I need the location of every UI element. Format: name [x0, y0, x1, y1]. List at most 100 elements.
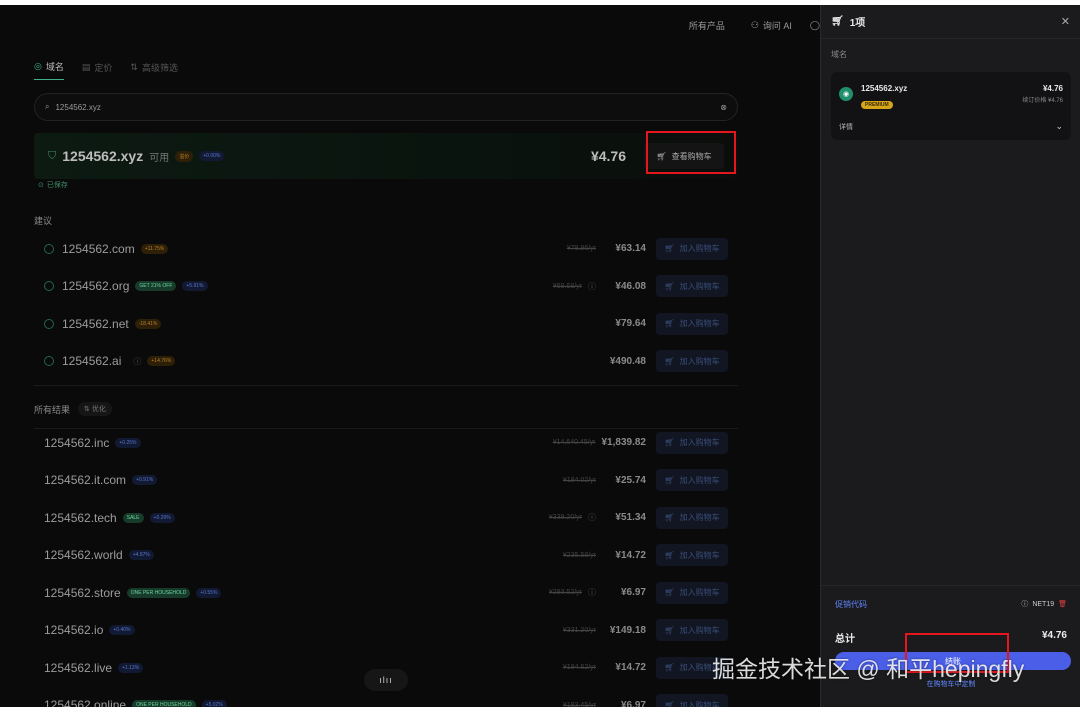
- cart-item-renew: 续订价格 ¥4.76: [1022, 98, 1063, 104]
- add-to-cart-label: 加入购物车: [679, 625, 720, 635]
- add-to-cart-button[interactable]: 🛒︎ 加入购物车: [656, 275, 728, 297]
- cart-footer: 促销代码 ⓘ NET19 🗑︎ 总计 ¥4.76 结账 在购物车中定制: [821, 585, 1080, 707]
- add-to-cart-button[interactable]: 🛒︎ 加入购物车: [656, 350, 728, 372]
- row-badge: ONE PER HOUSEHOLD: [132, 700, 196, 707]
- cart-icon: 🛒︎: [664, 438, 675, 447]
- domain-row: 1254562.inc +0.25% ¥14,640.45/yr ¥1,839.82 🛒…: [34, 424, 738, 461]
- row-price: ¥51.34: [615, 512, 646, 523]
- add-to-cart-label: 加入购物车: [679, 438, 720, 447]
- applied-promo: ⓘ NET19 🗑︎: [1021, 599, 1067, 609]
- result-price: ¥4.76: [590, 148, 626, 164]
- cart-icon: 🛒︎: [664, 625, 675, 635]
- nav-ask-ai[interactable]: ⚇ 询问 AI ◯: [751, 19, 820, 32]
- bookmark-icon[interactable]: ⛉: [48, 150, 56, 163]
- cart-icon: 🛒︎: [664, 244, 675, 253]
- domain-status-icon: [44, 243, 54, 254]
- add-to-cart-button[interactable]: 🛒︎ 加入购物车: [656, 237, 728, 260]
- domain-row: 1254562.org GET 21% OFF +5.91% ¥69.68/yr ⓘ ¥4…: [34, 268, 738, 305]
- domain-row: 1254562.com +11.75% ¥78.96/yr ¥63.14 🛒︎ 加入购物车: [34, 230, 738, 267]
- change-badge: +0.00%: [199, 151, 225, 161]
- cart-icon: 🛒︎: [664, 513, 675, 522]
- add-to-cart-label: 加入购物车: [679, 319, 720, 328]
- all-results-title: 所有结果 ⇅ 优化: [34, 402, 112, 416]
- add-to-cart-button[interactable]: 🛒︎ 加入购物车: [656, 544, 728, 566]
- row-badge: SALE: [122, 512, 144, 523]
- chevron-down-icon: ⌄: [1055, 121, 1063, 131]
- tab-pricing-label: 定价: [94, 62, 113, 73]
- domain-row: 1254562.it.com +0.91% ¥184.02/yr ¥25.74 🛒︎ 加入…: [34, 462, 738, 499]
- info-icon[interactable]: ⓘ: [588, 512, 596, 523]
- promo-code-value: NET19: [1032, 600, 1055, 608]
- add-to-cart-label: 加入购物车: [679, 281, 720, 291]
- suggestions-title-text: 建议: [34, 216, 53, 226]
- row-original-price: ¥69.68/yr: [552, 282, 582, 290]
- add-to-cart-button[interactable]: 🛒︎ 加入购物车: [656, 506, 728, 529]
- tab-domain[interactable]: ◎ 域名: [34, 60, 64, 80]
- row-domain: 1254562.it.com: [44, 473, 127, 487]
- row-domain: 1254562.online: [44, 698, 127, 707]
- row-original-price: ¥331.20/yr: [562, 626, 596, 634]
- suggestions-title: 建议: [34, 214, 52, 227]
- floating-voice-button[interactable]: ılıı: [364, 669, 408, 691]
- circle-icon[interactable]: ◯: [810, 20, 820, 31]
- details-toggle[interactable]: 详情 ⌄: [839, 121, 1063, 132]
- row-original-price: ¥14,640.45/yr: [552, 439, 596, 446]
- row-price: ¥14.72: [615, 662, 646, 673]
- clear-icon[interactable]: ⊗: [720, 103, 727, 112]
- tab-pricing[interactable]: ▤ 定价: [82, 60, 113, 80]
- search-input[interactable]: ⌕ 1254562.xyz ⊗: [34, 93, 738, 121]
- info-icon[interactable]: ⓘ: [133, 356, 141, 367]
- row-badge: +14.76%: [147, 356, 176, 366]
- search-value: 1254562.xyz: [55, 102, 101, 112]
- info-icon[interactable]: ⓘ: [588, 587, 596, 598]
- row-domain: 1254562.live: [44, 660, 113, 675]
- info-icon[interactable]: ⓘ: [588, 281, 596, 292]
- add-to-cart-button[interactable]: 🛒︎ 加入购物车: [656, 581, 728, 604]
- add-to-cart-button[interactable]: 🛒︎ 加入购物车: [656, 619, 728, 641]
- filter-icon: ⇅: [130, 61, 138, 72]
- main-panel: 所有产品 ⚇ 询问 AI ◯ ◎ 域名 ▤ 定价 ⇅ 高级筛选 ⌕ 1254562.x…: [0, 5, 820, 707]
- close-icon[interactable]: ✕: [1061, 15, 1070, 28]
- row-price: ¥6.97: [620, 699, 646, 707]
- cart-panel: 🛒︎ 1项 ✕ 域名 ◉ 1254562.xyz PREMIUM ¥4.76 续…: [820, 5, 1080, 707]
- row-domain: 1254562.store: [44, 585, 121, 600]
- row-domain: 1254562.ai: [62, 354, 122, 368]
- row-badge: +5.02%: [201, 700, 227, 707]
- row-price: ¥490.48: [609, 355, 646, 367]
- promo-code-link[interactable]: 促销代码: [835, 599, 867, 610]
- row-original-price: ¥184.62/yr: [562, 664, 596, 671]
- row-original-price: ¥183.45/yr: [562, 701, 596, 707]
- add-to-cart-button[interactable]: 🛒︎ 加入购物车: [656, 312, 728, 335]
- optimize-button[interactable]: ⇅ 优化: [78, 402, 112, 416]
- trash-icon[interactable]: 🗑︎: [1058, 600, 1067, 608]
- nav-all-products-label: 所有产品: [688, 21, 725, 31]
- row-original-price: ¥235.58/yr: [562, 551, 596, 559]
- info-icon: ⓘ: [1021, 601, 1029, 608]
- save-link[interactable]: ⊙ 已保存: [38, 180, 68, 190]
- row-badge: +0.29%: [149, 512, 175, 523]
- row-domain: 1254562.com: [62, 241, 135, 256]
- tab-filter-label: 高级筛选: [141, 62, 178, 73]
- add-to-cart-label: 加入购物车: [679, 550, 720, 560]
- tab-advanced-filter[interactable]: ⇅ 高级筛选: [130, 60, 178, 80]
- view-cart-button[interactable]: 🛒︎ 查看购物车: [644, 143, 724, 169]
- row-original-price: ¥184.02/yr: [562, 476, 596, 484]
- add-to-cart-label: 加入购物车: [679, 588, 720, 597]
- view-cart-label: 查看购物车: [671, 151, 712, 161]
- row-price: ¥6.97: [620, 587, 646, 598]
- cart-icon: 🛒︎: [664, 475, 675, 485]
- add-to-cart-button[interactable]: 🛒︎ 加入购物车: [656, 694, 728, 707]
- domain-row: 1254562.tech SALE +0.29% ¥339.20/yr ⓘ ¥51.34 🛒…: [34, 499, 738, 536]
- nav-ask-ai-label: 询问 AI: [762, 21, 792, 31]
- cart-icon: 🛒︎: [664, 319, 675, 328]
- all-results-title-text: 所有结果: [34, 404, 71, 415]
- row-badge: -18.41%: [134, 318, 162, 329]
- add-to-cart-button[interactable]: 🛒︎ 加入购物车: [656, 431, 728, 454]
- row-badge: GET 21% OFF: [135, 281, 177, 291]
- add-to-cart-button[interactable]: 🛒︎ 加入购物车: [656, 469, 728, 491]
- nav-all-products[interactable]: 所有产品: [689, 19, 725, 32]
- total-label: 总计: [835, 634, 855, 645]
- cart-section-label: 域名: [831, 50, 847, 59]
- row-domain: 1254562.tech: [44, 510, 117, 525]
- add-to-cart-label: 加入购物车: [679, 700, 720, 707]
